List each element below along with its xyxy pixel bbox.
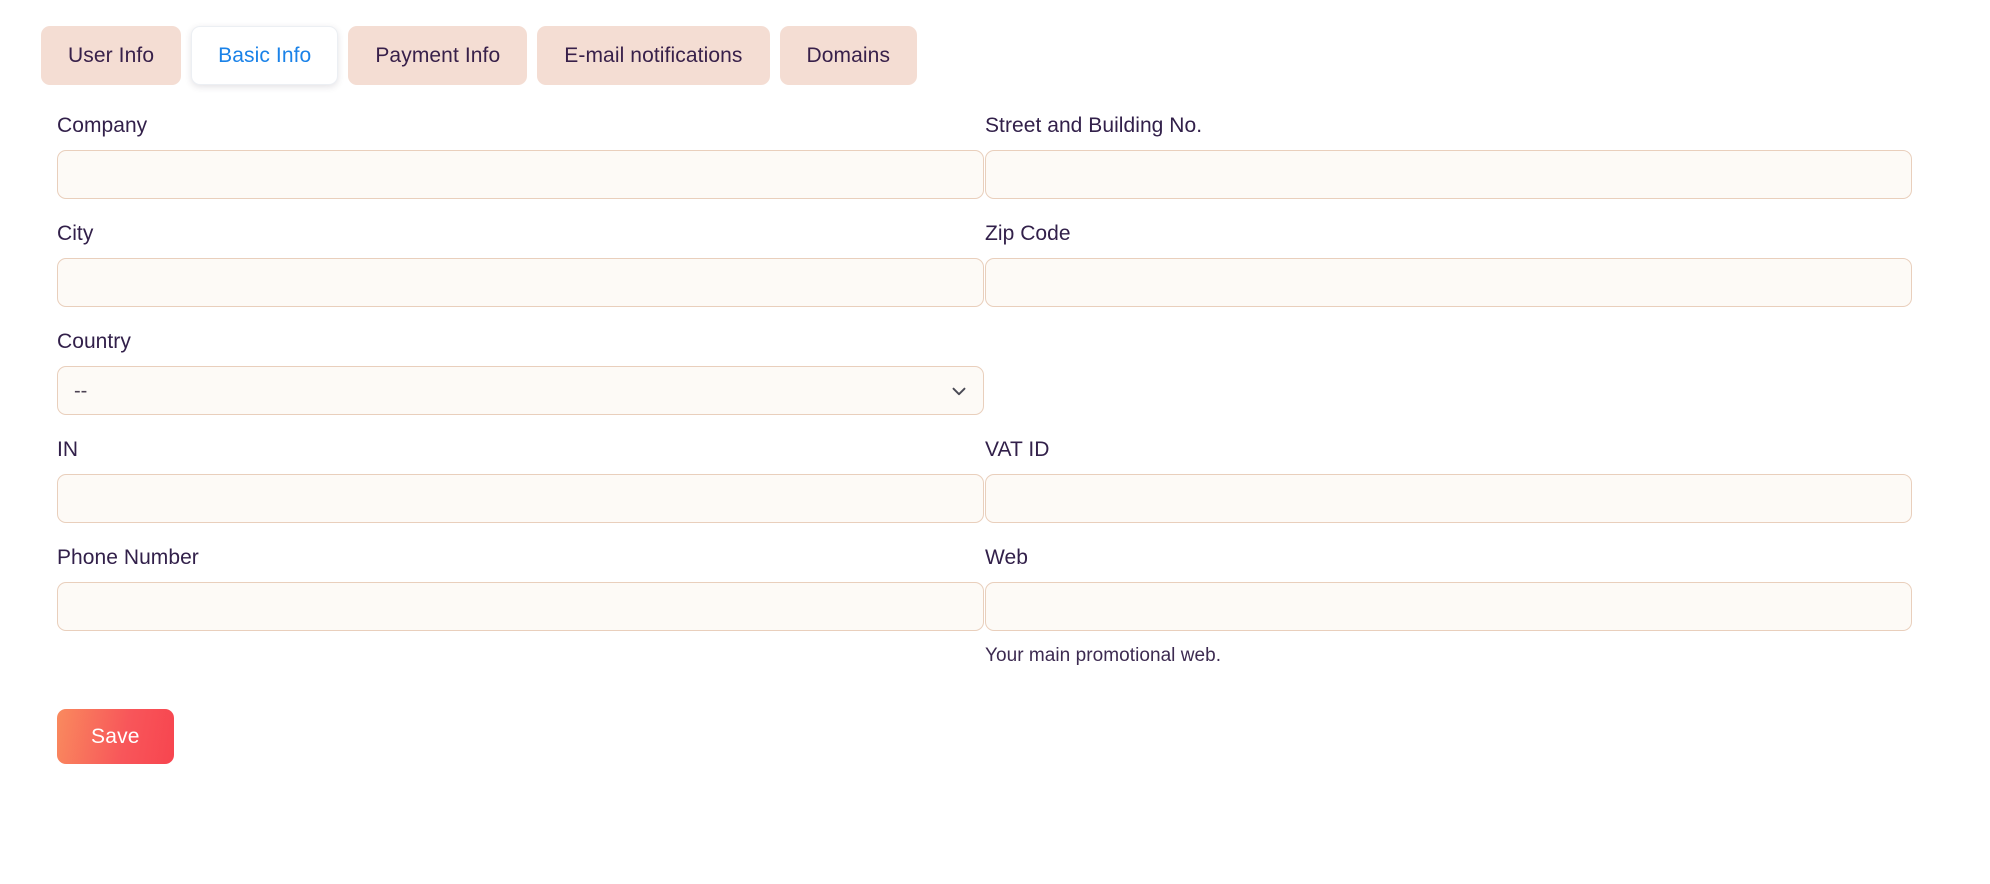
label-country: Country — [57, 331, 984, 366]
field-web: Web Your main promotional web. — [985, 547, 1912, 689]
country-select[interactable]: -- — [57, 366, 984, 415]
save-button[interactable]: Save — [57, 709, 174, 764]
label-web: Web — [985, 547, 1912, 582]
basic-info-form: Company Street and Building No. City Zip… — [0, 115, 1990, 689]
field-vat-id: VAT ID — [985, 439, 1912, 547]
field-in: IN — [57, 439, 984, 547]
country-select-wrapper: -- — [57, 366, 984, 415]
settings-tabbar: User Info Basic Info Payment Info E-mail… — [0, 0, 1990, 85]
label-company: Company — [57, 115, 984, 150]
city-input[interactable] — [57, 258, 984, 307]
zip-code-input[interactable] — [985, 258, 1912, 307]
tab-basic-info[interactable]: Basic Info — [191, 26, 338, 85]
phone-number-input[interactable] — [57, 582, 984, 631]
tab-domains[interactable]: Domains — [780, 26, 918, 85]
field-phone-number: Phone Number — [57, 547, 984, 689]
label-vat-id: VAT ID — [985, 439, 1912, 474]
field-country: Country -- — [57, 331, 984, 439]
web-input[interactable] — [985, 582, 1912, 631]
settings-page: User Info Basic Info Payment Info E-mail… — [0, 0, 1990, 884]
label-city: City — [57, 223, 984, 258]
field-street: Street and Building No. — [985, 115, 1912, 223]
tab-payment-info[interactable]: Payment Info — [348, 26, 527, 85]
vat-id-input[interactable] — [985, 474, 1912, 523]
label-zip-code: Zip Code — [985, 223, 1912, 258]
form-actions: Save — [0, 689, 1990, 764]
label-phone-number: Phone Number — [57, 547, 984, 582]
tab-email-notifications[interactable]: E-mail notifications — [537, 26, 769, 85]
field-city: City — [57, 223, 984, 331]
tab-user-info[interactable]: User Info — [41, 26, 181, 85]
field-zip: Zip Code — [985, 223, 1912, 331]
street-input[interactable] — [985, 150, 1912, 199]
field-company: Company — [57, 115, 984, 223]
label-in: IN — [57, 439, 984, 474]
in-input[interactable] — [57, 474, 984, 523]
label-street: Street and Building No. — [985, 115, 1912, 150]
field-empty-placeholder — [985, 331, 1912, 439]
company-input[interactable] — [57, 150, 984, 199]
web-help-text: Your main promotional web. — [985, 631, 1912, 665]
